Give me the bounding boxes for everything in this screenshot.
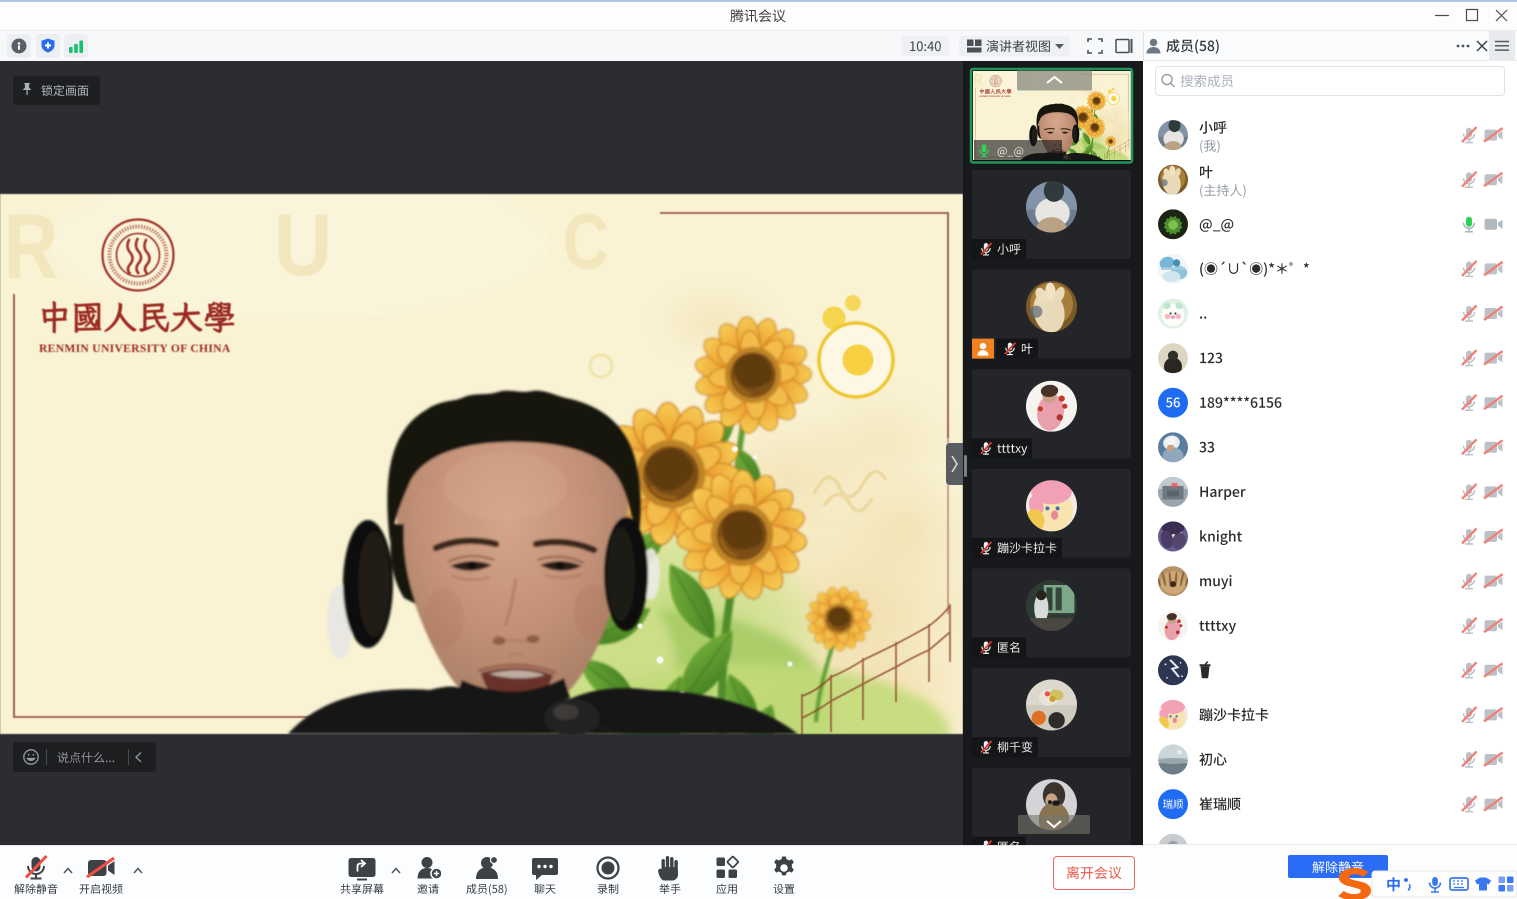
- svg-text:C: C: [563, 197, 609, 285]
- svg-text:RENMIN UNIVERSITY OF CHINA: RENMIN UNIVERSITY OF CHINA: [39, 342, 231, 355]
- svg-text:R: R: [4, 196, 58, 298]
- svg-text:U: U: [274, 195, 332, 294]
